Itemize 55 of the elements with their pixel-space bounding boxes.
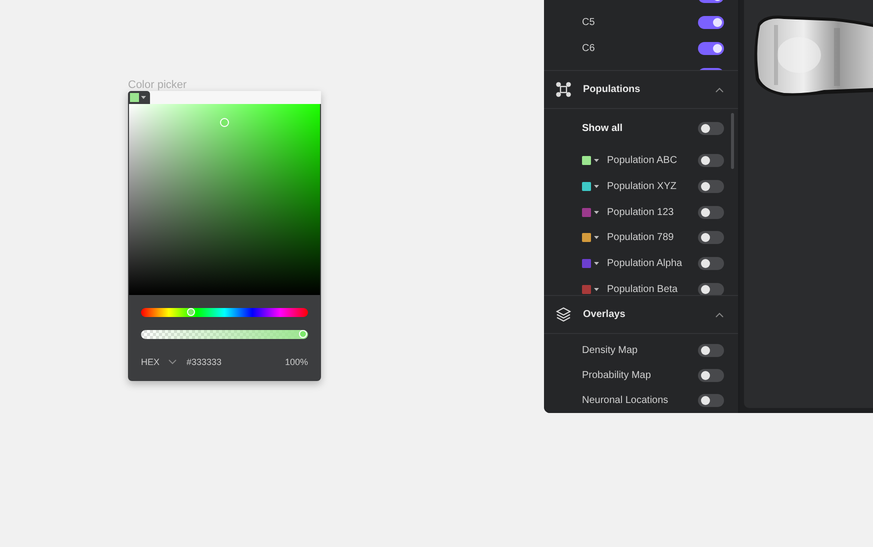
population-label: Population Alpha [607,258,684,270]
hue-slider[interactable] [141,308,308,317]
overlay-label: Probability Map [582,370,652,381]
color-swatch[interactable] [582,284,591,294]
chevron-icon[interactable] [168,359,177,365]
toggle-switch[interactable] [698,394,724,407]
caret-icon [594,185,599,188]
caret-icon [141,96,146,99]
toggle-switch[interactable] [698,231,724,244]
network-icon [556,82,571,97]
overlay-label: Density Map [582,345,639,356]
color-swatch[interactable] [582,208,591,217]
alpha-slider[interactable] [141,330,308,339]
opacity-value[interactable]: 100% [284,357,308,367]
caret-icon [594,236,599,240]
toggle-switch[interactable] [698,369,724,382]
channel-label: C6 [582,42,596,54]
swatch-dropdown[interactable] [128,91,150,104]
toggle-switch[interactable] [698,122,724,134]
toggle-switch[interactable] [698,154,724,168]
population-label: Population XYZ [607,181,678,192]
caret-icon [594,262,599,266]
picker-handle[interactable] [220,118,229,127]
color-swatch[interactable] [582,156,591,166]
chevron-icon[interactable] [715,312,724,318]
color-swatch[interactable] [582,233,591,242]
population-label: Population 789 [607,232,675,244]
picker-title: Color picker [128,79,188,91]
chevron-icon[interactable] [715,86,724,92]
section-title[interactable]: Overlays [583,309,703,320]
toggle-switch[interactable] [698,42,724,54]
slider-thumb[interactable] [186,308,195,316]
section-title[interactable]: Populations [583,84,703,95]
format-label[interactable]: HEX [141,357,160,367]
color-swatch[interactable] [582,259,591,268]
toggle-switch[interactable] [698,282,724,295]
population-label: Population Beta [607,284,679,295]
caret-icon [594,288,599,291]
toggle-switch[interactable] [698,344,724,357]
saturation-field[interactable] [129,104,320,295]
toggle-switch[interactable] [698,180,724,194]
caret-icon [594,159,599,162]
channel-label: C5 [582,16,596,28]
overlay-label: Neuronal Locations [582,395,670,406]
toggle-switch[interactable] [698,16,724,28]
layers-icon [556,307,571,322]
population-label: Population 123 [607,206,675,218]
show-all-label: Show all [582,122,624,134]
toggle-switch[interactable] [698,206,724,219]
color-swatch[interactable] [582,182,591,192]
caret-icon [594,210,599,214]
slider-thumb[interactable] [299,330,307,338]
toggle-switch[interactable] [698,257,724,270]
population-label: Population ABC [607,155,678,166]
hex-value[interactable]: #333333 [186,357,277,367]
